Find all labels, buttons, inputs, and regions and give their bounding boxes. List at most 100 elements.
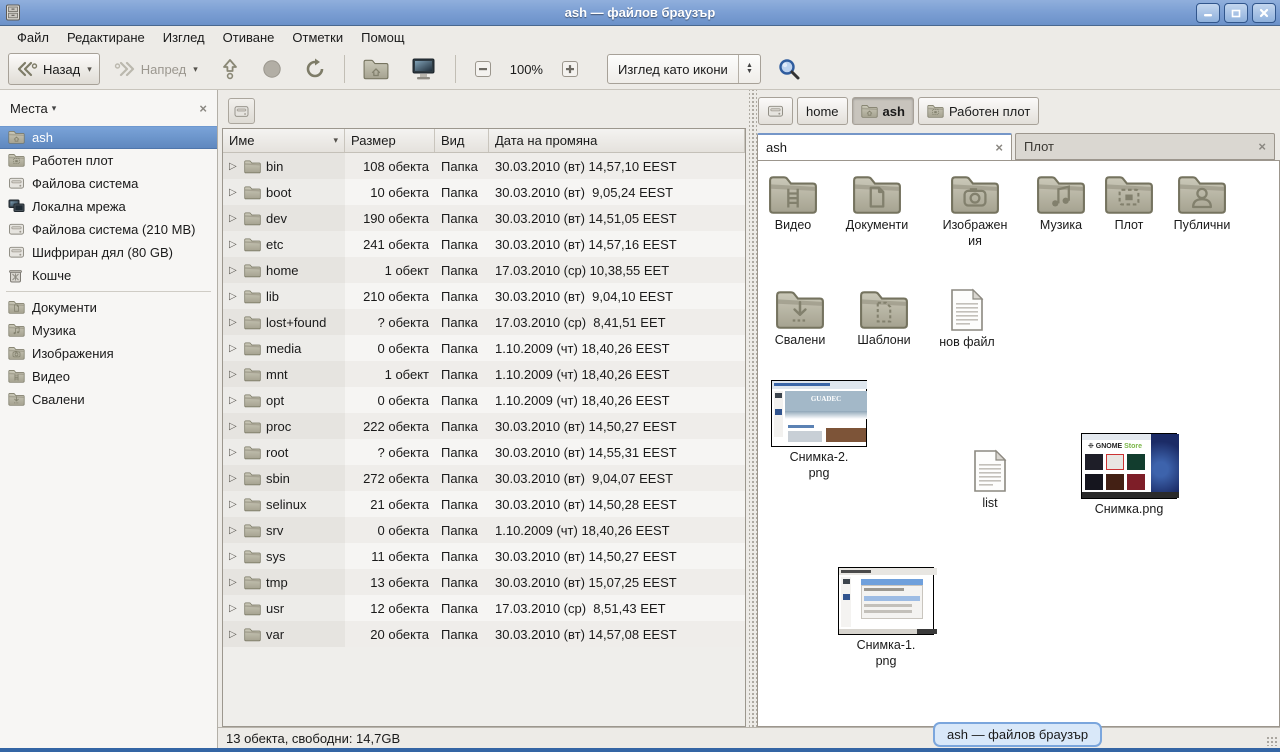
column-header-date[interactable]: Дата на промяна (489, 129, 745, 152)
tree-row[interactable]: ▷srv0 обектаПапка1.10.2009 (чт) 18,40,26… (223, 517, 745, 543)
resize-grip[interactable] (1266, 736, 1278, 746)
icon-view-item-new-file[interactable]: нов файл (919, 288, 1015, 351)
sidebar-item[interactable]: Кошче (0, 264, 217, 287)
tree-row[interactable]: ▷opt0 обектаПапка1.10.2009 (чт) 18,40,26… (223, 387, 745, 413)
close-button[interactable] (1252, 3, 1276, 23)
tree-row[interactable]: ▷tmp13 обектаПапка30.03.2010 (вт) 15,07,… (223, 569, 745, 595)
sidebar-item[interactable]: Изображения (0, 342, 217, 365)
expander-icon[interactable]: ▷ (229, 499, 239, 510)
sidebar-item[interactable]: Файлова система (0, 172, 217, 195)
tree-row[interactable]: ▷bin108 обектаПапка30.03.2010 (вт) 14,57… (223, 153, 745, 179)
expander-icon[interactable]: ▷ (229, 629, 239, 640)
stop-button[interactable] (254, 53, 290, 85)
tree-row[interactable]: ▷home1 обектПапка17.03.2010 (ср) 10,38,5… (223, 257, 745, 283)
reload-button[interactable] (296, 53, 334, 85)
sidebar-item[interactable]: Шифриран дял (80 GB) (0, 241, 217, 264)
expander-icon[interactable]: ▷ (229, 291, 239, 302)
tree-row[interactable]: ▷etc241 обектаПапка30.03.2010 (вт) 14,57… (223, 231, 745, 257)
menu-4[interactable]: Отметки (283, 27, 352, 48)
expander-icon[interactable]: ▷ (229, 525, 239, 536)
tree-row[interactable]: ▷lib210 обектаПапка30.03.2010 (вт) 9,04,… (223, 283, 745, 309)
sidebar-item[interactable]: Локална мрежа (0, 195, 217, 218)
tree-row[interactable]: ▷sys11 обектаПапка30.03.2010 (вт) 14,50,… (223, 543, 745, 569)
tab-close-icon[interactable]: × (1250, 139, 1266, 154)
tree-row[interactable]: ▷lost+found? обектаПапка17.03.2010 (ср) … (223, 309, 745, 335)
view-mode-select[interactable]: Изглед като икони ▲▼ (607, 54, 761, 84)
menu-3[interactable]: Отиване (214, 27, 284, 48)
expander-icon[interactable]: ▷ (229, 603, 239, 614)
expander-icon[interactable]: ▷ (229, 343, 239, 354)
tree-row[interactable]: ▷var20 обектаПапка30.03.2010 (вт) 14,57,… (223, 621, 745, 647)
menu-5[interactable]: Помощ (352, 27, 413, 48)
menu-1[interactable]: Редактиране (58, 27, 154, 48)
icon-view-item-documents[interactable]: Документи (829, 173, 925, 234)
menu-2[interactable]: Изглед (154, 27, 214, 48)
sidebar-item[interactable]: Музика (0, 319, 217, 342)
icon-view-item-public[interactable]: Публични (1154, 173, 1250, 234)
icon-view-item-templates[interactable]: Шаблони (836, 288, 932, 349)
up-button[interactable] (212, 53, 248, 85)
expander-icon[interactable]: ▷ (229, 317, 239, 328)
expander-icon[interactable]: ▷ (229, 369, 239, 380)
sidebar-item[interactable]: Файлова система (210 MB) (0, 218, 217, 241)
expander-icon[interactable]: ▷ (229, 421, 239, 432)
icon-view-item-snimka2[interactable]: GUADEC Снимка-2. png (771, 380, 867, 481)
back-button[interactable]: Назад ▾ (8, 53, 100, 85)
home-button[interactable] (355, 53, 397, 85)
column-header-type[interactable]: Вид (435, 129, 489, 152)
pathbar-button-desktop[interactable]: Работен плот (918, 97, 1039, 125)
tree-row[interactable]: ▷mnt1 обектПапка1.10.2009 (чт) 18,40,26 … (223, 361, 745, 387)
expander-icon[interactable]: ▷ (229, 187, 239, 198)
column-header-name[interactable]: Име▾ (223, 129, 345, 152)
pathbar-button-home[interactable]: home (797, 97, 848, 125)
search-icon[interactable] (777, 57, 801, 81)
expander-icon[interactable]: ▷ (229, 265, 239, 276)
sidebar-item[interactable]: Свалени (0, 388, 217, 411)
expander-icon[interactable]: ▷ (229, 473, 239, 484)
icon-view-item-downloads[interactable]: Свалени (752, 288, 848, 349)
places-select[interactable]: Места (10, 101, 48, 116)
expander-icon[interactable]: ▷ (229, 161, 239, 172)
back-dropdown-icon[interactable]: ▾ (85, 64, 92, 75)
expander-icon[interactable]: ▷ (229, 447, 239, 458)
maximize-button[interactable] (1224, 3, 1248, 23)
icon-view-item-snimka1[interactable]: Снимка-1. png (838, 567, 934, 669)
zoom-in-button[interactable] (553, 53, 587, 85)
column-header-size[interactable]: Размер (345, 129, 435, 152)
expander-icon[interactable]: ▷ (229, 239, 239, 250)
expander-icon[interactable]: ▷ (229, 577, 239, 588)
tab-Плот[interactable]: Плот× (1015, 133, 1275, 160)
icon-view-item-list[interactable]: list (942, 449, 1038, 512)
forward-button[interactable]: Напред ▾ (106, 53, 206, 85)
tree-row[interactable]: ▷sbin272 обектаПапка30.03.2010 (вт) 9,04… (223, 465, 745, 491)
menu-0[interactable]: Файл (8, 27, 58, 48)
taskbar-window-button[interactable]: ash — файлов браузър (933, 722, 1102, 747)
icon-view-item-snimka[interactable]: ❉ GNOME Store Снимка.png (1081, 433, 1177, 518)
tree-row[interactable]: ▷root? обектаПапка30.03.2010 (вт) 14,55,… (223, 439, 745, 465)
filesystem-root-button[interactable] (228, 98, 255, 124)
tree-row[interactable]: ▷proc222 обектаПапка30.03.2010 (вт) 14,5… (223, 413, 745, 439)
tab-close-icon[interactable]: × (987, 140, 1003, 155)
sidebar-item[interactable]: Работен плот (0, 149, 217, 172)
sidebar-item[interactable]: Документи (0, 296, 217, 319)
icon-view-item-images[interactable]: Изображен ия (927, 173, 1023, 249)
forward-dropdown-icon[interactable]: ▾ (191, 64, 198, 75)
icon-view-item-video[interactable]: Видео (745, 173, 841, 234)
tree-row[interactable]: ▷boot10 обектаПапка30.03.2010 (вт) 9,05,… (223, 179, 745, 205)
expander-icon[interactable]: ▷ (229, 395, 239, 406)
computer-button[interactable] (403, 53, 445, 85)
tree-row[interactable]: ▷dev190 обектаПапка30.03.2010 (вт) 14,51… (223, 205, 745, 231)
expander-icon[interactable]: ▷ (229, 551, 239, 562)
zoom-out-button[interactable] (466, 53, 500, 85)
sidebar-item[interactable]: ash (0, 126, 217, 149)
pathbar-button-ash[interactable]: ash (852, 97, 914, 125)
sidebar-item[interactable]: Видео (0, 365, 217, 388)
expander-icon[interactable]: ▷ (229, 213, 239, 224)
sidebar-close-icon[interactable]: × (199, 101, 207, 116)
tree-row[interactable]: ▷media0 обектаПапка1.10.2009 (чт) 18,40,… (223, 335, 745, 361)
tree-row[interactable]: ▷usr12 обектаПапка17.03.2010 (ср) 8,51,4… (223, 595, 745, 621)
pathbar-button-volume[interactable] (758, 97, 793, 125)
tab-ash[interactable]: ash× (757, 133, 1012, 160)
minimize-button[interactable] (1196, 3, 1220, 23)
tree-row[interactable]: ▷selinux21 обектаПапка30.03.2010 (вт) 14… (223, 491, 745, 517)
